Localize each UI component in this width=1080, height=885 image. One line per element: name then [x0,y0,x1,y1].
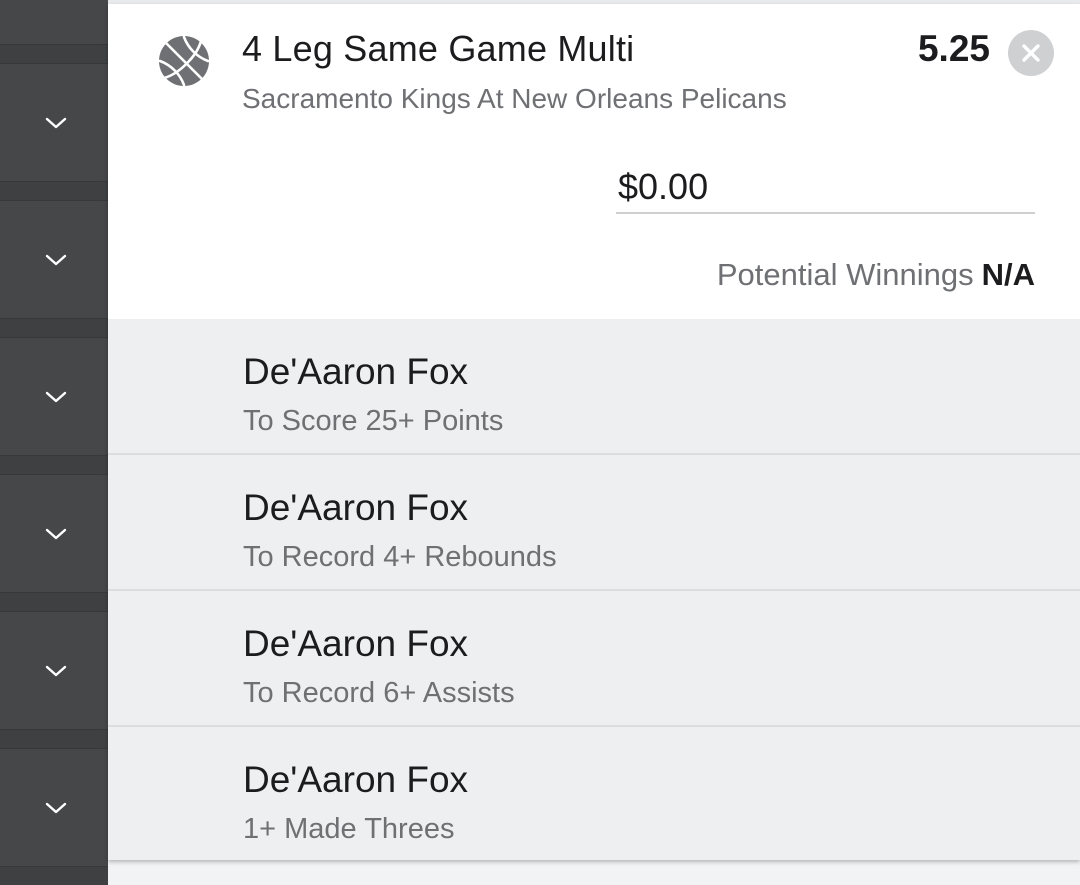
rail-divider [0,318,108,338]
leg-market: To Score 25+ Points [243,405,504,437]
leg-player: De'Aaron Fox [243,759,469,800]
chevron-down-icon[interactable] [43,115,69,131]
bottom-divider [108,860,1080,885]
winnings-value: N/A [981,257,1035,292]
bet-legs: De'Aaron Fox To Score 25+ Points De'Aaro… [108,319,1080,860]
rail-divider [0,44,108,64]
bet-leg: De'Aaron Fox To Record 4+ Rebounds [108,455,1080,591]
bet-header: 4 Leg Same Game Multi Sacramento Kings A… [108,4,1080,319]
leg-market: To Record 4+ Rebounds [243,541,557,573]
bet-slip-card: 4 Leg Same Game Multi Sacramento Kings A… [108,4,1080,860]
potential-winnings: Potential Winnings N/A [717,257,1035,293]
leg-market: 1+ Made Threes [243,813,455,845]
close-icon [1022,44,1040,62]
bet-odds: 5.25 [917,28,990,69]
stake-input[interactable] [616,162,1035,214]
leg-player: De'Aaron Fox [243,623,469,664]
leg-player: De'Aaron Fox [243,351,469,392]
rail-divider [0,455,108,475]
basketball-icon [157,34,211,88]
close-button[interactable] [1008,30,1054,76]
leg-player: De'Aaron Fox [243,487,469,528]
winnings-label: Potential Winnings [716,257,974,292]
chevron-down-icon[interactable] [43,389,69,405]
match-name: Sacramento Kings At New Orleans Pelicans [242,83,787,114]
left-rail [0,0,108,885]
chevron-down-icon[interactable] [43,663,69,679]
rail-divider [0,866,108,885]
leg-market: To Record 6+ Assists [243,677,515,709]
bet-leg: De'Aaron Fox To Score 25+ Points [108,319,1080,455]
rail-divider [0,592,108,612]
chevron-down-icon[interactable] [43,800,69,816]
chevron-down-icon[interactable] [43,526,69,542]
bet-leg: De'Aaron Fox 1+ Made Threes [108,727,1080,863]
bet-title: 4 Leg Same Game Multi [242,28,635,69]
rail-divider [0,181,108,201]
bet-leg: De'Aaron Fox To Record 6+ Assists [108,591,1080,727]
bet-slip-screen: 4 Leg Same Game Multi Sacramento Kings A… [0,0,1080,885]
chevron-down-icon[interactable] [43,252,69,268]
rail-divider [0,729,108,749]
